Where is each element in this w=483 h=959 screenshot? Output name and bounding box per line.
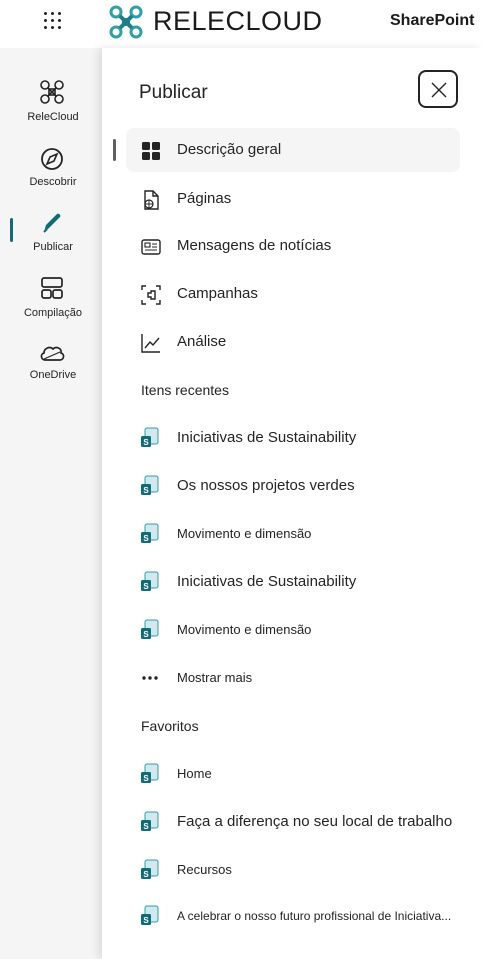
svg-text:S: S (143, 438, 149, 447)
svg-text:S: S (143, 870, 149, 879)
recent-item[interactable]: S Movimento e dimensão (126, 512, 466, 556)
rail-label: Compilação (23, 307, 83, 319)
rail-label: Descobrir (29, 176, 77, 188)
cloud-icon (40, 346, 65, 361)
rail-item-compilacao[interactable]: Compilação (0, 274, 102, 330)
favorite-item[interactable]: S Faça a diferença no seu local de traba… (126, 800, 466, 844)
rail-item-publicar[interactable]: Publicar (0, 208, 102, 264)
close-button[interactable] (418, 70, 458, 108)
rail-item-relecloud[interactable]: ReleCloud (0, 78, 102, 134)
relecloud-logo-icon[interactable] (108, 4, 144, 40)
recent-item-label: Iniciativas de Sustainability (177, 573, 357, 590)
nav-label: Descrição geral (177, 141, 282, 158)
favorite-item[interactable]: S Recursos (126, 848, 466, 892)
rail-item-descobrir[interactable]: Descobrir (0, 145, 102, 201)
favorite-item-label: Faça a diferença no seu local de trabalh… (177, 813, 453, 830)
show-more-button[interactable]: Mostrar mais (126, 656, 466, 700)
sharepoint-icon: S (141, 619, 159, 639)
nav-item-pages[interactable]: Páginas (126, 177, 460, 221)
nav-item-overview[interactable]: Descrição geral (113, 128, 460, 172)
rail-label: OneDrive (29, 369, 77, 381)
nav-item-analytics[interactable]: Análise (126, 320, 460, 364)
grid-icon (142, 142, 160, 160)
nav-item-news[interactable]: Mensagens de notícias (126, 224, 460, 268)
favorite-item-label: Home (177, 766, 212, 781)
campaign-icon (141, 285, 161, 305)
svg-text:S: S (143, 774, 149, 783)
recent-item-label: Iniciativas de Sustainability (177, 429, 357, 446)
recent-item[interactable]: S Iniciativas de Sustainability (126, 416, 466, 460)
rail-selected-indicator (10, 218, 13, 242)
news-icon (141, 239, 161, 255)
nav-item-campaigns[interactable]: Campanhas (126, 272, 460, 316)
recent-item[interactable]: S Iniciativas de Sustainability (126, 560, 466, 604)
brand-name[interactable]: RELECLOUD (153, 6, 323, 37)
build-icon (41, 277, 63, 299)
recent-item[interactable]: S Movimento e dimensão (126, 608, 466, 652)
sharepoint-icon: S (141, 523, 159, 543)
sharepoint-icon: S (141, 905, 159, 925)
nav-label: Mensagens de notícias (177, 237, 332, 254)
relecloud-logo-icon (40, 80, 64, 104)
page-globe-icon (144, 190, 159, 210)
favorite-item-label: Recursos (177, 862, 232, 877)
publish-panel: Publicar Descrição geral Páginas Mensage… (102, 48, 483, 959)
svg-text:S: S (143, 486, 149, 495)
show-more-label: Mostrar mais (177, 670, 253, 685)
favorite-item-label: A celebrar o nosso futuro profissional d… (177, 909, 452, 923)
svg-text:S: S (143, 582, 149, 591)
nav-label: Campanhas (177, 285, 258, 302)
analytics-icon (141, 334, 160, 353)
more-icon (142, 676, 158, 680)
app-bar: ReleCloud Descobrir Publicar Compilação (0, 48, 102, 959)
favorite-item[interactable]: S A celebrar o nosso futuro profissional… (126, 894, 466, 938)
sharepoint-icon: S (141, 475, 159, 495)
rail-label: Publicar (33, 241, 73, 253)
close-icon (431, 82, 447, 98)
recent-item-label: Movimento e dimensão (177, 622, 312, 637)
product-name[interactable]: SharePoint (390, 12, 474, 30)
svg-text:S: S (143, 822, 149, 831)
favorites-heading: Favoritos (141, 718, 199, 734)
nav-selected-indicator (113, 139, 116, 161)
recent-heading: Itens recentes (141, 382, 229, 398)
svg-text:S: S (143, 916, 149, 925)
sharepoint-icon: S (141, 811, 159, 831)
sharepoint-icon: S (141, 763, 159, 783)
pen-icon (43, 213, 61, 233)
top-bar: RELECLOUD SharePoint (0, 0, 483, 48)
sharepoint-icon: S (141, 571, 159, 591)
sharepoint-icon: S (141, 427, 159, 447)
favorite-item[interactable]: S Home (126, 752, 466, 796)
nav-label: Páginas (177, 190, 232, 207)
rail-label: ReleCloud (27, 111, 79, 123)
recent-item-label: Movimento e dimensão (177, 526, 312, 541)
compass-icon (41, 148, 63, 170)
rail-item-onedrive[interactable]: OneDrive (0, 339, 102, 395)
sharepoint-icon: S (141, 859, 159, 879)
panel-title: Publicar (139, 82, 208, 103)
nav-label: Análise (177, 333, 227, 350)
svg-text:S: S (143, 630, 149, 639)
app-launcher-icon[interactable] (42, 10, 62, 30)
recent-item[interactable]: S Os nossos projetos verdes (126, 464, 466, 508)
svg-text:S: S (143, 534, 149, 543)
recent-item-label: Os nossos projetos verdes (177, 477, 355, 494)
